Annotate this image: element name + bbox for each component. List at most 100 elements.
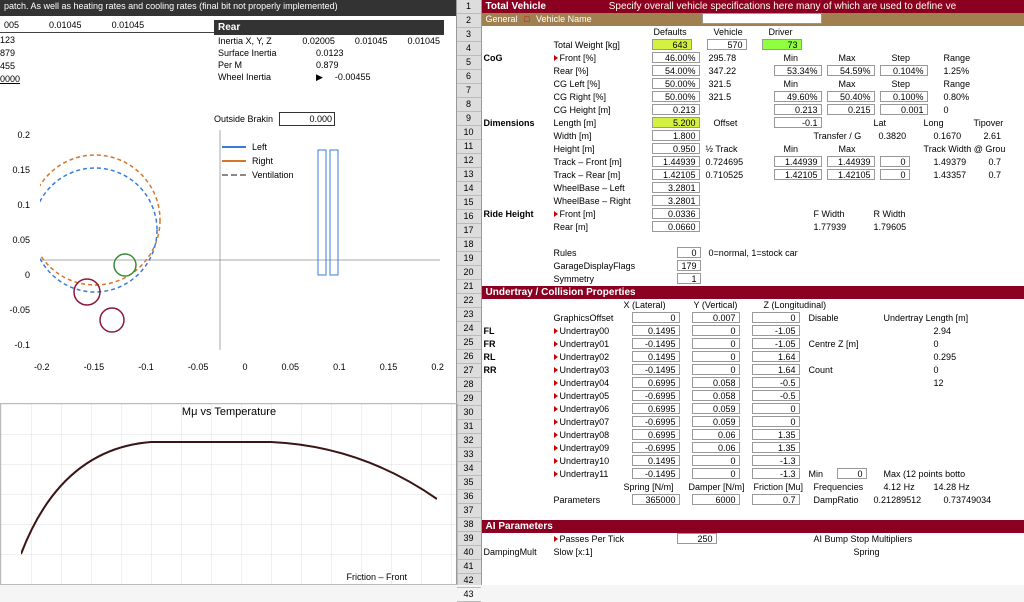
ut-x[interactable]: -0.1495 xyxy=(632,364,680,375)
ut-x[interactable]: -0.1495 xyxy=(632,338,680,349)
cog-right-min[interactable]: 49.60% xyxy=(774,91,822,102)
dim-trear-min[interactable]: 1.42105 xyxy=(774,169,822,180)
ut-y[interactable]: 0.059 xyxy=(692,416,740,427)
dim-tfront-st[interactable]: 0 xyxy=(880,156,910,167)
dim-height-d[interactable]: 0.950 xyxy=(652,143,700,154)
weight-defaults[interactable]: 643 xyxy=(652,39,692,50)
rear-ix: 0.02005 xyxy=(302,36,335,46)
ut-y[interactable]: 0 xyxy=(692,351,740,362)
dim-tfront-min[interactable]: 1.44939 xyxy=(774,156,822,167)
ride-front-d[interactable]: 0.0336 xyxy=(652,208,700,219)
undertray-row: FLUndertray000.14950-1.052.94 xyxy=(482,325,1024,338)
dim-width-d[interactable]: 1.800 xyxy=(652,130,700,141)
dim-wbleft-d[interactable]: 3.2801 xyxy=(652,182,700,193)
dim-tfront-max[interactable]: 1.44939 xyxy=(827,156,875,167)
ut-y[interactable]: 0.06 xyxy=(692,429,740,440)
params-damper[interactable]: 6000 xyxy=(692,494,740,505)
ride-rear-d[interactable]: 0.0660 xyxy=(652,221,700,232)
cog-right-max[interactable]: 50.40% xyxy=(827,91,875,102)
outside-braking-input[interactable] xyxy=(279,112,335,126)
cog-rear-step[interactable]: 0.104% xyxy=(880,65,928,76)
rear-surface-v: 0.0123 xyxy=(316,48,344,58)
ut-y[interactable]: 0 xyxy=(692,325,740,336)
cog-height-max[interactable]: 0.215 xyxy=(827,104,875,115)
ut-z[interactable]: -1.3 xyxy=(752,455,800,466)
cog-height-d[interactable]: 0.213 xyxy=(652,104,700,115)
go-y[interactable]: 0.007 xyxy=(692,312,740,323)
ut-z[interactable]: -1.05 xyxy=(752,338,800,349)
rw-v: 1.79605 xyxy=(872,221,909,234)
ut-min[interactable]: 0 xyxy=(837,468,867,479)
params-spring[interactable]: 365000 xyxy=(632,494,680,505)
weight-driver[interactable]: 73 xyxy=(762,39,802,50)
cog-rear-max[interactable]: 54.59% xyxy=(827,65,875,76)
ut-x[interactable]: 0.1495 xyxy=(632,351,680,362)
params-label: Parameters xyxy=(552,494,603,507)
garage-d[interactable]: 179 xyxy=(677,260,701,271)
ut-min-l: Min xyxy=(807,468,826,481)
dim-tfront-d[interactable]: 1.44939 xyxy=(652,156,700,167)
yt1: 0.15 xyxy=(0,165,30,175)
row-number: 23 xyxy=(457,308,481,322)
l-range: Range xyxy=(942,52,973,65)
spreadsheet[interactable]: Total Vehicle Specify overall vehicle sp… xyxy=(482,0,1024,585)
ut-y[interactable]: 0 xyxy=(692,338,740,349)
ut-z[interactable]: 0 xyxy=(752,403,800,414)
dim-offset[interactable]: -0.1 xyxy=(774,117,822,128)
ut-z[interactable]: -0.5 xyxy=(752,390,800,401)
symmetry-d[interactable]: 1 xyxy=(677,273,701,284)
ut-z[interactable]: 1.35 xyxy=(752,429,800,440)
cog-right-step[interactable]: 0.100% xyxy=(880,91,928,102)
ut-z[interactable]: 1.35 xyxy=(752,442,800,453)
params-friction[interactable]: 0.7 xyxy=(752,494,800,505)
ut-y[interactable]: 0.058 xyxy=(692,390,740,401)
ut-x[interactable]: -0.6995 xyxy=(632,390,680,401)
ut-y[interactable]: 0.059 xyxy=(692,403,740,414)
cog-rear-d[interactable]: 54.00% xyxy=(652,65,700,76)
ut-x[interactable]: 0.6995 xyxy=(632,429,680,440)
ut-y[interactable]: 0 xyxy=(692,468,740,479)
go-z[interactable]: 0 xyxy=(752,312,800,323)
cog-right-d[interactable]: 50.00% xyxy=(652,91,700,102)
dim-trear-max[interactable]: 1.42105 xyxy=(827,169,875,180)
ut-x[interactable]: 0.1495 xyxy=(632,455,680,466)
cog-height-min[interactable]: 0.213 xyxy=(774,104,822,115)
ut-x[interactable]: 0.6995 xyxy=(632,377,680,388)
mu-curve xyxy=(21,424,437,564)
cog-left-d[interactable]: 50.00% xyxy=(652,78,700,89)
dim-trear-d[interactable]: 1.42105 xyxy=(652,169,700,180)
ut-x[interactable]: -0.6995 xyxy=(632,442,680,453)
cog-height-step[interactable]: 0.001 xyxy=(880,104,928,115)
weight-vehicle[interactable]: 570 xyxy=(707,39,747,50)
ut-z[interactable]: -1.05 xyxy=(752,325,800,336)
ut-x[interactable]: -0.1495 xyxy=(632,468,680,479)
vehicle-name-cell[interactable]: FISI2012 xyxy=(702,13,822,24)
dim-wbright-d[interactable]: 3.2801 xyxy=(652,195,700,206)
y-axis-ticks: 0.2 0.15 0.1 0.05 0 -0.05 -0.1 xyxy=(0,130,30,350)
l-range2: Range xyxy=(942,78,973,91)
ut-x[interactable]: 0.1495 xyxy=(632,325,680,336)
ut-y[interactable]: 0 xyxy=(692,455,740,466)
rules-d[interactable]: 0 xyxy=(677,247,701,258)
ut-z[interactable]: 1.64 xyxy=(752,351,800,362)
ut-z[interactable]: 0 xyxy=(752,416,800,427)
passes-d[interactable]: 250 xyxy=(677,533,717,544)
cog-height: CG Height [m] 0.213 0.213 0.215 0.001 0 xyxy=(482,104,1024,117)
dim-trear-st[interactable]: 0 xyxy=(880,169,910,180)
dim-trear-tw2: 0.7 xyxy=(987,169,1004,182)
garage-row: GarageDisplayFlags 179 xyxy=(482,260,1024,273)
cog-rear-min[interactable]: 53.34% xyxy=(774,65,822,76)
ut-y[interactable]: 0.058 xyxy=(692,377,740,388)
ut-y[interactable]: 0.06 xyxy=(692,442,740,453)
ut-z[interactable]: -1.3 xyxy=(752,468,800,479)
ut-x[interactable]: 0.6995 xyxy=(632,403,680,414)
ut-y[interactable]: 0 xyxy=(692,364,740,375)
ut-z[interactable]: -0.5 xyxy=(752,377,800,388)
cog-front-d[interactable]: 46.00% xyxy=(652,52,700,63)
dim-length-d[interactable]: 5.200 xyxy=(652,117,700,128)
go-x[interactable]: 0 xyxy=(632,312,680,323)
ut-x[interactable]: -0.6995 xyxy=(632,416,680,427)
ut-z[interactable]: 1.64 xyxy=(752,364,800,375)
hdr-vehicle: Vehicle xyxy=(712,26,745,39)
row-number: 41 xyxy=(457,560,481,574)
